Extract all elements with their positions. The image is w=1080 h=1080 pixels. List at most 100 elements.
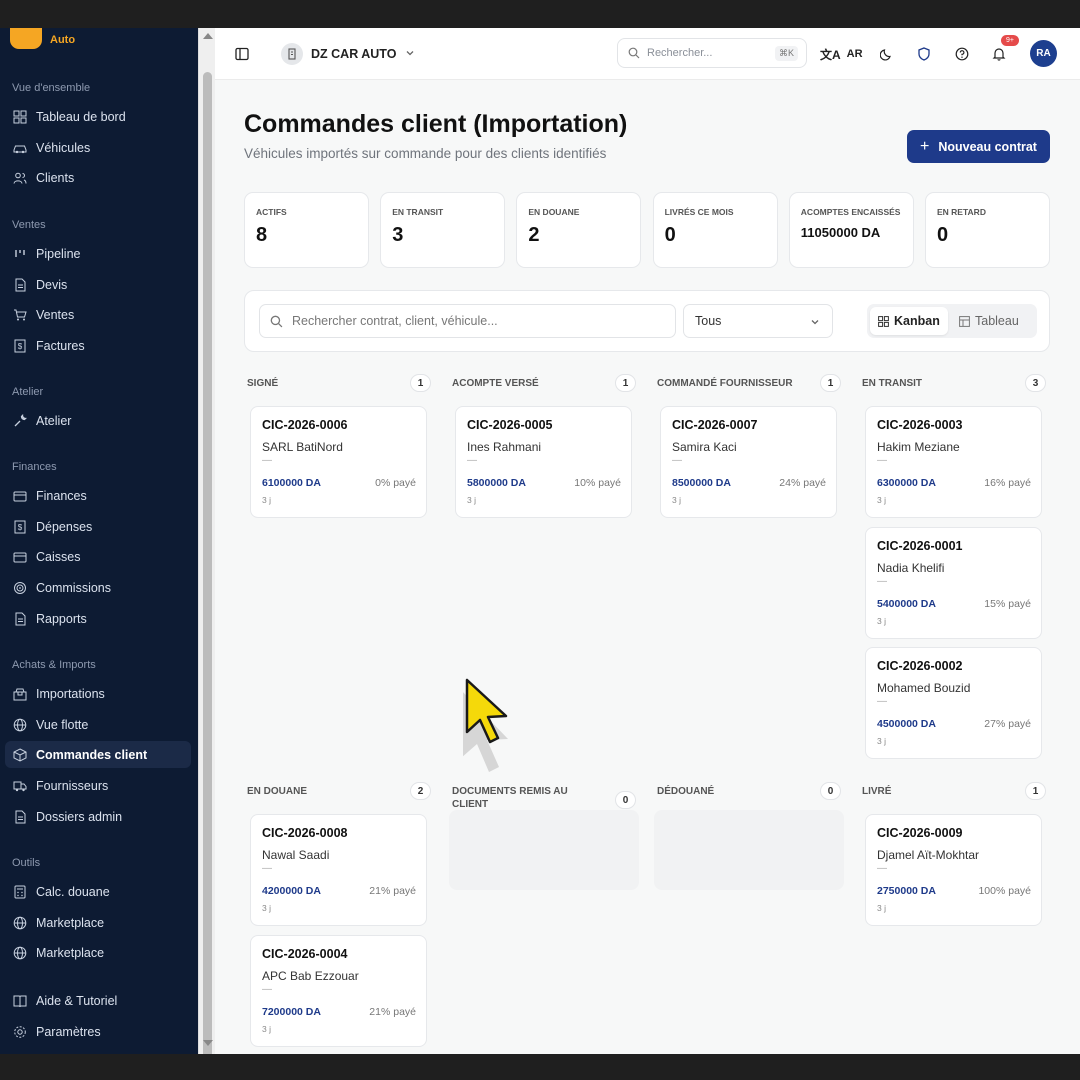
contract-amount: 5800000 DA — [467, 477, 526, 489]
screen-bottom-bar — [0, 1054, 1080, 1080]
sidebar-item-commissions[interactable]: Commissions — [5, 574, 191, 601]
sidebar-item-calc-douane[interactable]: Calc. douane — [5, 878, 191, 905]
scroll-down-arrow[interactable] — [203, 1040, 213, 1046]
sidebar-item-commandes-client[interactable]: Commandes client — [5, 741, 191, 768]
paid-percentage: 15% payé — [984, 597, 1031, 610]
contract-card[interactable]: CIC-2026-0003 Hakim Meziane — 6300000 DA 16%… — [865, 406, 1042, 518]
translate-icon: 文A — [820, 47, 841, 62]
sidebar-item-marketplace[interactable]: Marketplace — [5, 939, 191, 966]
sidebar-item-vehicules[interactable]: Véhicules — [5, 134, 191, 161]
view-toggle: Kanban Tableau — [867, 304, 1037, 338]
app-logo[interactable]: Auto — [10, 28, 75, 49]
sidebar-item-label: Pipeline — [36, 246, 81, 261]
sidebar-scrollbar[interactable] — [198, 28, 215, 1058]
bell-icon[interactable] — [989, 44, 1009, 64]
main-content: DZ CAR AUTO Rechercher... ⌘K 文A AR 9+ RA… — [215, 28, 1080, 1054]
help-icon[interactable] — [952, 44, 972, 64]
sidebar-section-title: Achats & Imports — [12, 659, 96, 671]
global-search-input[interactable]: Rechercher... ⌘K — [617, 38, 807, 68]
kanban-column-header: ACOMPTE VERSÉ 1 — [449, 374, 639, 404]
sidebar-item-marketplace[interactable]: Marketplace — [5, 909, 191, 936]
status-select-value: Tous — [695, 314, 722, 328]
client-name: Samira Kaci — [672, 440, 737, 454]
contract-card[interactable]: CIC-2026-0006 SARL BatiNord — 6100000 DA 0% … — [250, 406, 427, 518]
contract-card[interactable]: CIC-2026-0004 APC Bab Ezzouar — 7200000 DA 2… — [250, 934, 427, 1047]
sidebar-item-aide-tutoriel[interactable]: Aide & Tutoriel — [5, 987, 191, 1014]
stat-label: ACTIFS — [256, 207, 287, 217]
paid-percentage: 0% payé — [375, 477, 416, 489]
receipt-icon: $ — [12, 338, 28, 354]
empty-column-dropzone[interactable] — [654, 810, 844, 890]
sidebar-item-tableau-de-bord[interactable]: Tableau de bord — [5, 103, 191, 130]
column-count-badge: 0 — [615, 791, 636, 809]
column-count-badge: 3 — [1025, 374, 1046, 392]
column-count-badge: 0 — [820, 782, 841, 800]
sidebar-item-parametres[interactable]: Paramètres — [5, 1018, 191, 1045]
contract-amount: 6300000 DA — [877, 477, 936, 489]
user-avatar[interactable]: RA — [1030, 40, 1057, 67]
contract-card[interactable]: CIC-2026-0007 Samira Kaci — 8500000 DA 24% p… — [660, 406, 837, 518]
client-name: APC Bab Ezzouar — [262, 968, 359, 983]
sidebar-item-label: Ventes — [36, 307, 75, 322]
shield-icon[interactable] — [914, 44, 934, 64]
plus-icon: + — [920, 137, 930, 155]
sidebar-item-clients[interactable]: Clients — [5, 164, 191, 191]
chevron-down-icon — [810, 316, 820, 330]
package-icon — [12, 686, 28, 702]
sidebar-item-pipeline[interactable]: Pipeline — [5, 240, 191, 267]
empty-column-dropzone[interactable] — [449, 810, 639, 890]
days-elapsed: 3 j — [467, 495, 476, 505]
contract-card[interactable]: CIC-2026-0009 Djamel Aït-Mokhtar — 2750000 … — [865, 814, 1042, 926]
contract-card[interactable]: CIC-2026-0002 Mohamed Bouzid — 4500000 DA 27… — [865, 647, 1042, 759]
sidebar-item-finances[interactable]: Finances — [5, 482, 191, 509]
stat-card: EN DOUANE 2 — [516, 192, 642, 268]
kanban-view-tab[interactable]: Kanban — [870, 307, 948, 335]
sidebar-item-atelier[interactable]: Atelier — [5, 407, 191, 434]
sidebar-item-label: Caisses — [36, 549, 81, 564]
stat-value: 8 — [256, 224, 268, 246]
moon-icon[interactable] — [877, 44, 897, 64]
sidebar-item-ventes[interactable]: Ventes — [5, 301, 191, 328]
language-switcher[interactable]: 文A AR — [820, 44, 863, 64]
sidebar-item-vue-flotte[interactable]: Vue flotte — [5, 711, 191, 738]
stat-card: EN RETARD 0 — [925, 192, 1050, 268]
contract-card[interactable]: CIC-2026-0001 Nadia Khelifi — 5400000 DA 15%… — [865, 526, 1042, 639]
scroll-up-arrow[interactable] — [203, 33, 213, 39]
sidebar-item-label: Commissions — [36, 580, 112, 595]
sidebar-item-label: Aide & Tutoriel — [36, 993, 118, 1008]
sidebar-item-fournisseurs[interactable]: Fournisseurs — [5, 772, 191, 799]
kanban-column-header: COMMANDÉ FOURNISSEUR 1 — [654, 374, 844, 404]
sidebar-toggle-icon[interactable] — [232, 44, 252, 64]
vehicle-placeholder: — — [877, 455, 887, 466]
sidebar-item-factures[interactable]: $ Factures — [5, 332, 191, 359]
sidebar-item-dossiers-admin[interactable]: Dossiers admin — [5, 803, 191, 830]
bars-icon — [12, 246, 28, 262]
client-name: Nawal Saadi — [262, 848, 330, 862]
sidebar-item-importations[interactable]: Importations — [5, 680, 191, 707]
contract-search-input[interactable]: Rechercher contrat, client, véhicule... — [259, 304, 676, 338]
sidebar-item-depenses[interactable]: $ Dépenses — [5, 513, 191, 540]
column-title: DOCUMENTS REMIS AU CLIENT — [452, 786, 568, 810]
client-name: Hakim Meziane — [877, 440, 960, 454]
stat-value: 3 — [392, 224, 404, 246]
contract-card[interactable]: CIC-2026-0008 Nawal Saadi — 4200000 DA 21% p… — [250, 814, 427, 926]
globe-icon — [12, 945, 28, 961]
stat-label: EN RETARD — [937, 207, 986, 217]
grid-icon — [878, 315, 889, 327]
doc-icon — [12, 277, 28, 293]
kanban-column-header: DOCUMENTS REMIS AU CLIENT 0 — [449, 782, 639, 812]
company-switcher[interactable]: DZ CAR AUTO — [281, 41, 415, 67]
table-view-tab[interactable]: Tableau — [951, 307, 1027, 335]
scroll-thumb[interactable] — [203, 72, 212, 1058]
column-count-badge: 1 — [820, 374, 841, 392]
new-contract-button[interactable]: + Nouveau contrat — [907, 130, 1050, 163]
sidebar-item-caisses[interactable]: Caisses — [5, 543, 191, 570]
vehicle-placeholder: — — [467, 455, 477, 466]
contract-amount: 4200000 DA — [262, 885, 321, 897]
sidebar-item-label: Atelier — [36, 413, 72, 428]
client-name: Mohamed Bouzid — [877, 681, 971, 695]
sidebar-item-devis[interactable]: Devis — [5, 271, 191, 298]
sidebar-item-rapports[interactable]: Rapports — [5, 605, 191, 632]
status-select[interactable]: Tous — [683, 304, 833, 338]
contract-card[interactable]: CIC-2026-0005 Ines Rahmani — 5800000 DA 10% … — [455, 406, 632, 518]
